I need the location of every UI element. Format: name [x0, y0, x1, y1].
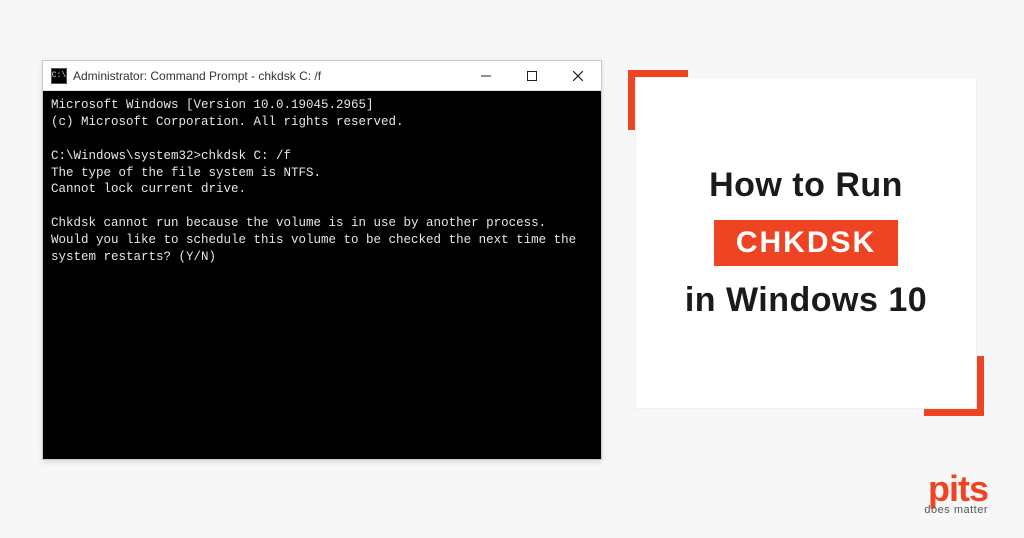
headline-bottom: in Windows 10: [685, 276, 927, 325]
terminal-output[interactable]: Microsoft Windows [Version 10.0.19045.29…: [43, 91, 601, 459]
terminal-line: Microsoft Windows [Version 10.0.19045.29…: [51, 98, 374, 112]
headline-top: How to Run: [709, 161, 903, 210]
maximize-button[interactable]: [509, 61, 555, 91]
headline-card: How to Run CHKDSK in Windows 10: [636, 78, 976, 408]
terminal-line: Chkdsk cannot run because the volume is …: [51, 216, 584, 264]
cmd-app-icon: C:\: [51, 68, 67, 84]
terminal-line: (c) Microsoft Corporation. All rights re…: [51, 115, 404, 129]
maximize-icon: [527, 71, 537, 81]
close-icon: [573, 71, 583, 81]
terminal-line: Cannot lock current drive.: [51, 182, 246, 196]
close-button[interactable]: [555, 61, 601, 91]
brand-name: pits: [924, 471, 988, 507]
window-title: Administrator: Command Prompt - chkdsk C…: [73, 69, 321, 83]
headline-highlight: CHKDSK: [714, 220, 898, 266]
brand-tagline: does matter: [924, 505, 988, 516]
minimize-button[interactable]: [463, 61, 509, 91]
brand-logo: pits does matter: [924, 471, 988, 516]
command-prompt-window: C:\ Administrator: Command Prompt - chkd…: [42, 60, 602, 460]
window-titlebar[interactable]: C:\ Administrator: Command Prompt - chkd…: [43, 61, 601, 91]
minimize-icon: [481, 71, 491, 81]
corner-accent-bottom-right: [924, 356, 984, 416]
terminal-line: C:\Windows\system32>chkdsk C: /f: [51, 149, 291, 163]
corner-accent-top-left: [628, 70, 688, 130]
terminal-line: The type of the file system is NTFS.: [51, 166, 321, 180]
